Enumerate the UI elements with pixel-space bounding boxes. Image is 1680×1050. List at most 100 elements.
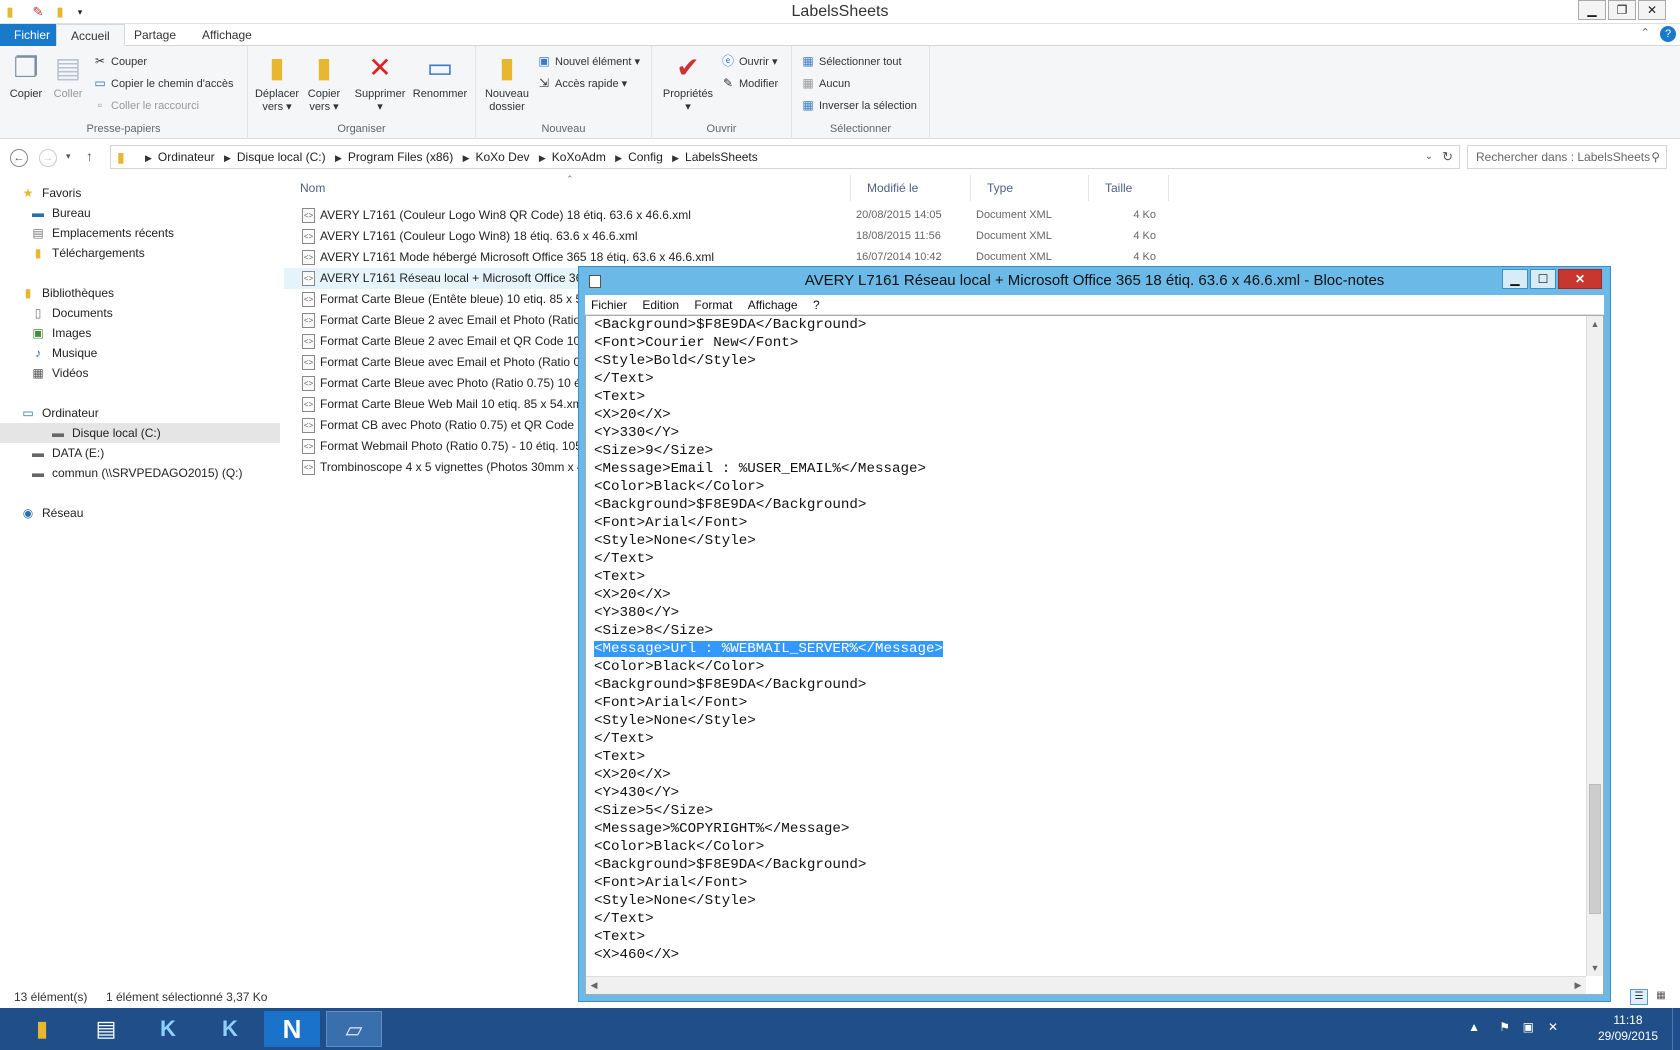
menu-help[interactable]: ?	[807, 295, 826, 315]
text-line[interactable]: <Background>$F8E9DA</Background>	[594, 857, 866, 873]
text-line[interactable]: <Size>9</Size>	[594, 443, 713, 459]
recent-locations-icon[interactable]: ▾	[66, 151, 71, 162]
text-content[interactable]: <Background>$F8E9DA</Background> <Font>Co…	[594, 316, 944, 964]
menu-file[interactable]: Fichier	[585, 295, 633, 315]
file-row[interactable]: <> AVERY L7161 (Couleur Logo Win8) 18 éti…	[284, 226, 1169, 247]
restore-button[interactable]: ❐	[1608, 0, 1636, 20]
breadcrumb-computer[interactable]: Ordinateur	[158, 150, 215, 164]
scroll-up-icon[interactable]: ▲	[1587, 316, 1603, 332]
nav-computer[interactable]: ▭ Ordinateur	[20, 403, 98, 423]
vertical-scrollbar[interactable]: ▲ ▼	[1586, 316, 1603, 976]
column-header-modified[interactable]: Modifié le	[851, 175, 971, 201]
text-line[interactable]: <Font>Courier New</Font>	[594, 335, 798, 351]
text-line[interactable]: <X>20</X>	[594, 767, 671, 783]
search-input[interactable]: Rechercher dans : LabelsSheets	[1476, 150, 1650, 164]
text-line[interactable]: <Size>8</Size>	[594, 623, 713, 639]
horizontal-scrollbar[interactable]: ◀ ▶	[586, 976, 1586, 994]
breadcrumb-labelssheets[interactable]: LabelsSheets	[685, 150, 758, 164]
rename-button[interactable]: ▭ Renommer	[410, 52, 470, 101]
text-line[interactable]: <Text>	[594, 569, 645, 585]
scroll-right-icon[interactable]: ▶	[1570, 977, 1586, 994]
copy-to-button[interactable]: ▮ Copier vers ▾	[302, 52, 346, 114]
text-line[interactable]: <Background>$F8E9DA</Background>	[594, 317, 866, 333]
search-icon[interactable]: ⚲	[1651, 146, 1660, 168]
text-line[interactable]: <Y>330</Y>	[594, 425, 679, 441]
text-line[interactable]: <Y>380</Y>	[594, 605, 679, 621]
text-line[interactable]: <Message>%COPYRIGHT%</Message>	[594, 821, 849, 837]
text-line[interactable]: <X>460</X>	[594, 947, 679, 963]
nav-music[interactable]: ♪ Musique	[30, 343, 97, 363]
collapse-ribbon-icon[interactable]: ⌃	[1641, 26, 1650, 39]
tab-file[interactable]: Fichier	[0, 24, 65, 46]
scroll-down-icon[interactable]: ▼	[1587, 960, 1603, 976]
help-icon[interactable]: ?	[1660, 26, 1676, 42]
breadcrumb-program-files[interactable]: Program Files (x86)	[348, 150, 453, 164]
nav-videos[interactable]: ▦ Vidéos	[30, 363, 88, 383]
nav-images[interactable]: ▣ Images	[30, 323, 91, 343]
breadcrumb-drive-c[interactable]: Disque local (C:)	[237, 150, 326, 164]
close-button[interactable]: ✕	[1638, 0, 1666, 20]
nav-desktop[interactable]: ▬ Bureau	[30, 203, 91, 223]
file-row[interactable]: <> AVERY L7161 Mode hébergé Microsoft Off…	[284, 247, 1169, 268]
cut-button[interactable]: ✂ Couper	[92, 52, 147, 70]
search-box[interactable]: Rechercher dans : LabelsSheets ⚲	[1467, 145, 1667, 169]
text-line[interactable]: <Background>$F8E9DA</Background>	[594, 677, 866, 693]
text-line[interactable]: <X>20</X>	[594, 407, 671, 423]
tab-home[interactable]: Accueil	[56, 24, 125, 46]
text-line[interactable]: <Style>None</Style>	[594, 533, 756, 549]
new-item-button[interactable]: ▣ Nouvel élément ▾	[536, 52, 640, 70]
text-line[interactable]: <Text>	[594, 929, 645, 945]
text-line[interactable]: <Size>5</Size>	[594, 803, 713, 819]
back-button[interactable]: ←	[10, 149, 28, 167]
nav-drive-e[interactable]: ▬ DATA (E:)	[30, 443, 104, 463]
nav-libraries[interactable]: ▮ Bibliothèques	[20, 283, 114, 303]
minimize-button[interactable]: ▁	[1578, 0, 1606, 20]
text-line[interactable]: </Text>	[594, 551, 654, 567]
new-folder-button[interactable]: ▮ Nouveau dossier	[482, 52, 532, 114]
show-desktop-button[interactable]	[1672, 1008, 1680, 1050]
column-header-size[interactable]: Taille	[1089, 175, 1169, 201]
properties-button[interactable]: ✔ Propriétés ▾	[660, 52, 716, 114]
text-line[interactable]: </Text>	[594, 731, 654, 747]
scroll-left-icon[interactable]: ◀	[586, 977, 602, 994]
taskbar-notepad-icon[interactable]: ▱	[326, 1011, 382, 1047]
select-none-button[interactable]: ▦ Aucun	[800, 74, 850, 92]
column-header-type[interactable]: Type	[971, 175, 1089, 201]
up-button[interactable]: ↑	[86, 148, 93, 164]
notepad-close-button[interactable]: ✕	[1558, 269, 1602, 289]
nav-drive-c[interactable]: ▬ Disque local (C:)	[0, 423, 280, 443]
text-line[interactable]: <Color>Black</Color>	[594, 479, 764, 495]
tray-volume-muted-icon[interactable]: ✕	[1548, 1020, 1558, 1034]
nav-network[interactable]: ◉ Réseau	[20, 503, 84, 523]
address-dropdown-icon[interactable]: ⌄	[1425, 146, 1433, 168]
nav-favorites[interactable]: ★ Favoris	[20, 183, 82, 203]
forward-button[interactable]: →	[39, 149, 57, 167]
address-bar[interactable]: ▮ ▶ Ordinateur ▶ Disque local (C:) ▶ Progra…	[110, 145, 1460, 169]
breadcrumb-config[interactable]: Config	[628, 150, 663, 164]
text-line[interactable]: <Style>None</Style>	[594, 893, 756, 909]
notepad-maximize-button[interactable]: ☐	[1530, 269, 1556, 289]
copy-path-button[interactable]: ▭ Copier le chemin d'accès	[92, 74, 233, 92]
nav-downloads[interactable]: ▮ Téléchargements	[30, 243, 145, 263]
text-line[interactable]: <Text>	[594, 389, 645, 405]
file-row[interactable]: <> AVERY L7161 (Couleur Logo Win8 QR Code…	[284, 205, 1169, 226]
text-line[interactable]: <X>20</X>	[594, 587, 671, 603]
breadcrumb-koxo-dev[interactable]: KoXo Dev	[475, 150, 529, 164]
edit-button[interactable]: ✎ Modifier	[720, 74, 778, 92]
easy-access-button[interactable]: ⇲ Accès rapide ▾	[536, 74, 627, 92]
text-line[interactable]: <Color>Black</Color>	[594, 659, 764, 675]
copy-button[interactable]: ❐ Copier	[6, 52, 46, 101]
menu-edit[interactable]: Edition	[636, 295, 685, 315]
paste-shortcut-button[interactable]: ▫ Coller le raccourci	[92, 96, 199, 114]
taskbar-explorer-icon[interactable]: ▮	[14, 1011, 70, 1047]
tab-share[interactable]: Partage	[120, 24, 190, 46]
text-line[interactable]: <Color>Black</Color>	[594, 839, 764, 855]
menu-view[interactable]: Affichage	[742, 295, 804, 315]
text-line[interactable]: <Font>Arial</Font>	[594, 515, 747, 531]
vertical-scroll-thumb[interactable]	[1589, 784, 1601, 914]
open-button[interactable]: ⓔ Ouvrir ▾	[720, 52, 778, 70]
text-line[interactable]: <Y>430</Y>	[594, 785, 679, 801]
taskbar-koxo-network-icon[interactable]: K	[202, 1011, 258, 1047]
breadcrumb-koxoadm[interactable]: KoXoAdm	[552, 150, 606, 164]
column-header-name[interactable]: Nom ⌃	[284, 174, 851, 201]
